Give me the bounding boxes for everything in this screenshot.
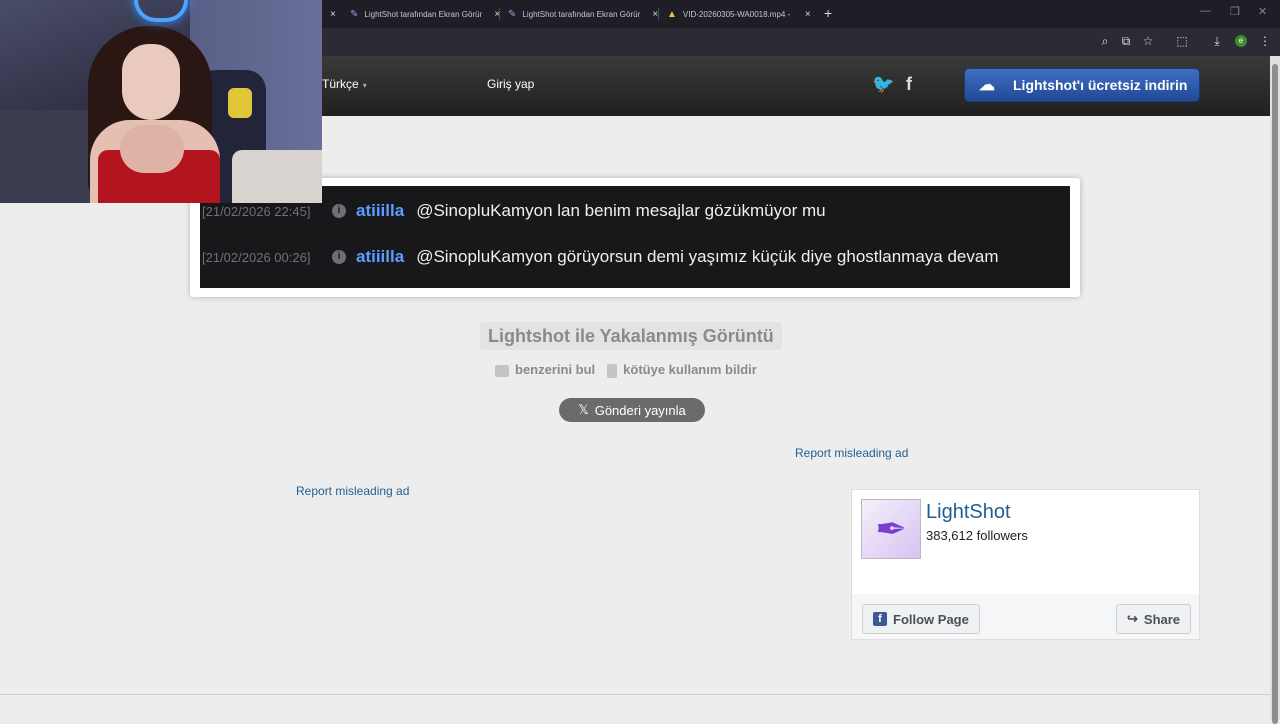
webcam-pillow — [232, 150, 322, 203]
tab-close-partial[interactable]: × — [324, 4, 336, 24]
chat-message: [21/02/2026 00:26] i atiiilla @SinopluKa… — [200, 232, 1070, 282]
menu-dots-icon[interactable]: ⋮ — [1257, 34, 1273, 48]
tab-title: LightShot tarafından Ekran Görüntüsü — [364, 9, 483, 19]
image-actions: benzerini bul kötüye kullanım bildir — [495, 362, 757, 378]
chat-timestamp: [21/02/2026 22:45] — [202, 203, 311, 219]
post-button-label: Gönderi yayınla — [594, 402, 686, 418]
report-abuse-label: kötüye kullanım bildir — [623, 362, 757, 377]
bookmark-star-icon[interactable]: ☆ — [1140, 34, 1156, 48]
tab-title: VID-20260305-WA0018.mp4 - Google Drive — [682, 9, 793, 19]
close-icon[interactable]: × — [805, 9, 811, 20]
chat-text: @SinopluKamyon lan benim mesajlar gözükm… — [416, 201, 826, 220]
download-button-label: Lightshot'ı ücretsiz indirin — [1013, 77, 1188, 93]
report-abuse-link[interactable]: kötüye kullanım bildir — [607, 362, 757, 378]
tab-divider — [499, 8, 500, 20]
chat-username: atiiilla — [356, 201, 405, 220]
download-cloud-icon: ☁ — [979, 77, 995, 94]
tab-drive-video[interactable]: ▲ VID-20260305-WA0018.mp4 - Google Drive… — [667, 4, 811, 24]
drive-icon: ▲ — [667, 8, 677, 20]
feather-icon: ✎ — [350, 8, 359, 20]
tab-divider — [658, 8, 659, 20]
cast-icon[interactable]: ⧉ — [1118, 34, 1134, 49]
chat-timestamp: [21/02/2026 00:26] — [202, 249, 311, 265]
clipboard-icon — [607, 363, 618, 378]
follow-page-label: Follow Page — [893, 611, 969, 627]
chat-text: @SinopluKamyon görüyorsun demi yaşımız k… — [416, 247, 999, 266]
post-to-x-button[interactable]: 𝕏 Gönderi yayınla — [559, 398, 705, 422]
profile-avatar[interactable]: e — [1235, 35, 1247, 47]
camera-icon — [495, 364, 509, 377]
neon-sign — [134, 0, 188, 22]
x-logo-icon: 𝕏 — [578, 402, 589, 417]
find-similar-label: benzerini bul — [515, 362, 596, 377]
twitter-icon[interactable]: 🐦 — [872, 74, 894, 95]
gaming-chair-accent — [228, 88, 252, 118]
tab-lightshot-2[interactable]: ✎ LightShot tarafından Ekran Görüntüsü × — [508, 4, 658, 24]
facebook-icon[interactable]: f — [906, 74, 912, 95]
feather-icon: ✎ — [508, 8, 517, 20]
person-hands — [120, 125, 184, 173]
tab-lightshot-1[interactable]: ✎ LightShot tarafından Ekran Görüntüsü × — [350, 4, 500, 24]
language-label: Türkçe — [322, 77, 359, 91]
fb-widget-footer: f Follow Page ↪ Share — [852, 594, 1199, 639]
zoom-icon[interactable]: ⌕ — [1097, 34, 1113, 49]
find-similar-link[interactable]: benzerini bul — [495, 362, 595, 378]
fb-page-name[interactable]: LightShot — [926, 501, 1011, 524]
webcam-overlay — [0, 0, 322, 203]
close-icon[interactable]: × — [330, 9, 336, 20]
window-close-icon[interactable]: ✕ — [1258, 5, 1267, 18]
login-link[interactable]: Giriş yap — [487, 77, 534, 91]
webcam-background — [0, 110, 90, 203]
screenshot-image[interactable]: [21/02/2026 22:45] i atiiilla @SinopluKa… — [200, 186, 1070, 288]
facebook-icon: f — [873, 612, 887, 626]
share-label: Share — [1143, 611, 1181, 627]
chat-message: [21/02/2026 22:45] i atiiilla @SinopluKa… — [200, 186, 1070, 236]
report-ad-link-right[interactable]: Report misleading ad — [795, 446, 908, 460]
share-icon: ↪ — [1127, 611, 1138, 626]
report-ad-link-left[interactable]: Report misleading ad — [296, 484, 409, 498]
tab-title: LightShot tarafından Ekran Görüntüsü — [522, 9, 641, 19]
minimize-icon[interactable]: — — [1200, 5, 1211, 17]
chat-username: atiiilla — [356, 247, 405, 266]
lightshot-logo[interactable]: ✒ — [861, 499, 921, 559]
image-caption: Lightshot ile Yakalanmış Görüntü — [480, 322, 782, 350]
follow-page-button[interactable]: f Follow Page — [862, 604, 980, 634]
page-scrollbar[interactable] — [1270, 56, 1280, 724]
footer-divider — [0, 694, 1270, 695]
language-selector[interactable]: Türkçe ▾ — [322, 77, 367, 91]
download-app-button[interactable]: ☁ Lightshot'ı ücretsiz indirin — [964, 68, 1200, 102]
info-icon: i — [332, 204, 346, 218]
maximize-icon[interactable]: ❐ — [1230, 5, 1240, 18]
scrollbar-thumb[interactable] — [1272, 64, 1278, 724]
facebook-page-widget: ✒ LightShot 383,612 followers f Follow P… — [851, 489, 1200, 640]
person-face — [122, 44, 180, 120]
download-icon[interactable]: ⤓ — [1209, 34, 1225, 49]
info-icon: i — [332, 250, 346, 264]
new-tab-button[interactable]: + — [824, 5, 832, 21]
extensions-icon[interactable]: ⬚ — [1174, 34, 1190, 48]
share-button[interactable]: ↪ Share — [1116, 604, 1192, 634]
chevron-down-icon: ▾ — [362, 81, 367, 90]
fb-follower-count: 383,612 followers — [926, 528, 1028, 543]
